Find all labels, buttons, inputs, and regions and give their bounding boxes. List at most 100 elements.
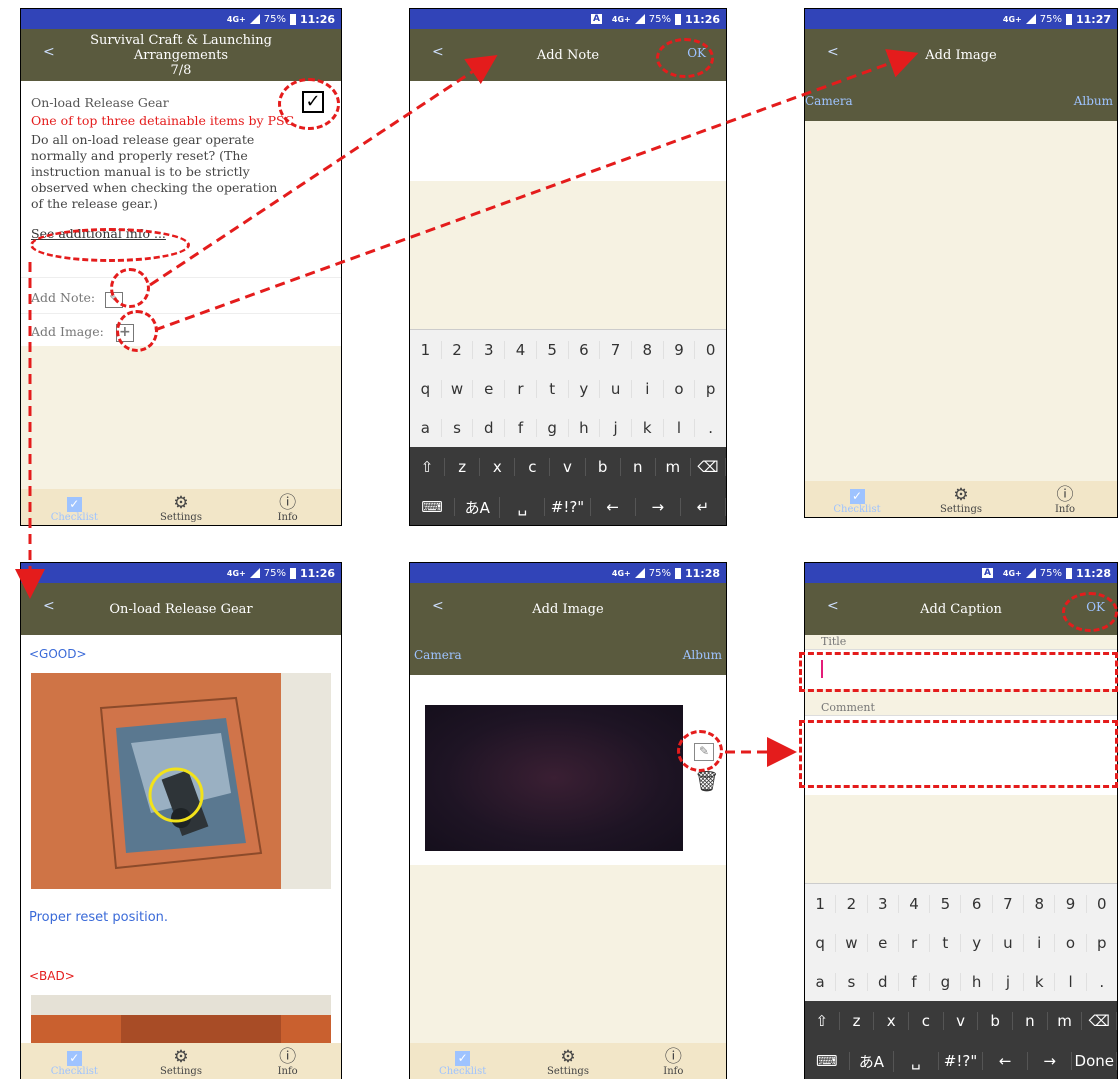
key[interactable]: e (868, 933, 899, 952)
tab-checklist[interactable]: ✓ Checklist (822, 489, 892, 515)
key[interactable]: b (586, 458, 621, 476)
key[interactable]: d (473, 418, 506, 437)
key[interactable]: 2 (836, 894, 868, 913)
key[interactable]: g (537, 418, 569, 437)
key[interactable]: 8 (1024, 894, 1056, 913)
captured-image-frame[interactable] (425, 705, 683, 851)
key[interactable]: #!?" (545, 498, 591, 516)
back-button[interactable]: < (827, 45, 839, 60)
key[interactable]: ⇧ (410, 458, 446, 476)
key[interactable]: q (805, 933, 837, 952)
back-button[interactable]: < (827, 599, 839, 614)
key[interactable]: x (480, 458, 516, 476)
key[interactable]: ⌨ (410, 498, 456, 516)
key[interactable]: d (868, 972, 899, 991)
key[interactable]: あA (455, 496, 501, 518)
key[interactable]: x (874, 1012, 910, 1030)
key[interactable]: k (1024, 972, 1056, 991)
back-button[interactable]: < (43, 45, 55, 60)
key[interactable]: q (410, 379, 442, 398)
key[interactable]: l (664, 418, 696, 437)
back-button[interactable]: < (43, 599, 55, 614)
key[interactable]: c (515, 458, 551, 476)
key[interactable]: #!?" (939, 1052, 984, 1070)
key[interactable]: ← (983, 1052, 1028, 1070)
tab-info[interactable]: ⓘ Info (253, 494, 323, 523)
tab-checklist[interactable]: ✓ Checklist (39, 497, 109, 523)
key[interactable]: l (1055, 972, 1087, 991)
tab-checklist[interactable]: ✓ Checklist (428, 1051, 498, 1077)
tab-checklist[interactable]: ✓ Checklist (39, 1051, 109, 1077)
key[interactable]: あA (850, 1050, 895, 1072)
key[interactable]: y (961, 933, 993, 952)
trash-icon[interactable]: 🗑 (694, 769, 719, 793)
key[interactable]: 6 (961, 894, 993, 913)
note-input[interactable] (410, 81, 726, 181)
key[interactable]: h (961, 972, 993, 991)
key[interactable]: m (656, 458, 691, 476)
key[interactable]: u (600, 379, 632, 398)
back-button[interactable]: < (432, 599, 444, 614)
key[interactable]: 0 (695, 341, 726, 359)
key[interactable]: 1 (805, 894, 837, 913)
key[interactable]: 8 (632, 340, 664, 359)
key[interactable]: ↵ (681, 498, 726, 516)
key[interactable]: ⌫ (691, 458, 726, 476)
key[interactable]: 7 (993, 894, 1025, 913)
key[interactable]: . (695, 419, 726, 437)
key[interactable]: 3 (868, 894, 899, 913)
key[interactable]: f (505, 418, 537, 437)
key[interactable]: y (569, 379, 601, 398)
key[interactable]: e (473, 379, 506, 398)
key[interactable]: i (632, 379, 664, 398)
key[interactable]: t (930, 933, 962, 952)
key[interactable]: o (1055, 933, 1087, 952)
key[interactable]: s (836, 972, 868, 991)
key[interactable]: w (836, 933, 868, 952)
key[interactable]: 4 (505, 340, 537, 359)
key[interactable]: h (569, 418, 601, 437)
key[interactable]: p (695, 380, 726, 398)
key[interactable]: 9 (664, 340, 696, 359)
key[interactable]: a (410, 418, 442, 437)
key[interactable]: z (840, 1012, 875, 1030)
key[interactable]: ␣ (500, 498, 546, 516)
key[interactable]: ⌫ (1082, 1012, 1117, 1030)
tab-settings[interactable]: ⚙ Settings (533, 1048, 603, 1077)
key[interactable]: s (442, 418, 474, 437)
key[interactable]: . (1087, 973, 1117, 991)
key[interactable]: 5 (537, 340, 569, 359)
key[interactable]: c (909, 1012, 944, 1030)
key[interactable]: b (978, 1012, 1014, 1030)
tab-info[interactable]: ⓘ Info (638, 1048, 708, 1077)
key[interactable]: → (636, 498, 681, 516)
key[interactable]: v (550, 458, 586, 476)
album-button[interactable]: Album (683, 648, 722, 662)
key[interactable]: 3 (473, 340, 506, 359)
tab-settings[interactable]: ⚙ Settings (146, 1048, 216, 1077)
key[interactable]: n (621, 458, 656, 476)
key[interactable]: n (1013, 1012, 1048, 1030)
key[interactable]: t (537, 379, 569, 398)
key[interactable]: 9 (1055, 894, 1087, 913)
key[interactable]: ⇧ (805, 1012, 840, 1030)
key[interactable]: k (632, 418, 664, 437)
key[interactable]: m (1048, 1012, 1083, 1030)
key[interactable]: ← (591, 498, 636, 516)
tab-settings[interactable]: ⚙ Settings (926, 486, 996, 515)
back-button[interactable]: < (432, 45, 444, 60)
album-button[interactable]: Album (1074, 94, 1113, 108)
key[interactable]: f (899, 972, 931, 991)
key[interactable]: → (1028, 1052, 1073, 1070)
key[interactable]: 7 (600, 340, 632, 359)
key[interactable]: i (1024, 933, 1056, 952)
key[interactable]: p (1087, 934, 1117, 952)
tab-settings[interactable]: ⚙ Settings (146, 494, 216, 523)
key[interactable]: j (993, 972, 1025, 991)
key[interactable]: 0 (1087, 895, 1117, 913)
key[interactable]: 5 (930, 894, 962, 913)
key[interactable]: 6 (569, 340, 601, 359)
key[interactable]: r (899, 933, 931, 952)
key[interactable]: w (442, 379, 474, 398)
camera-button[interactable]: Camera (414, 648, 462, 662)
